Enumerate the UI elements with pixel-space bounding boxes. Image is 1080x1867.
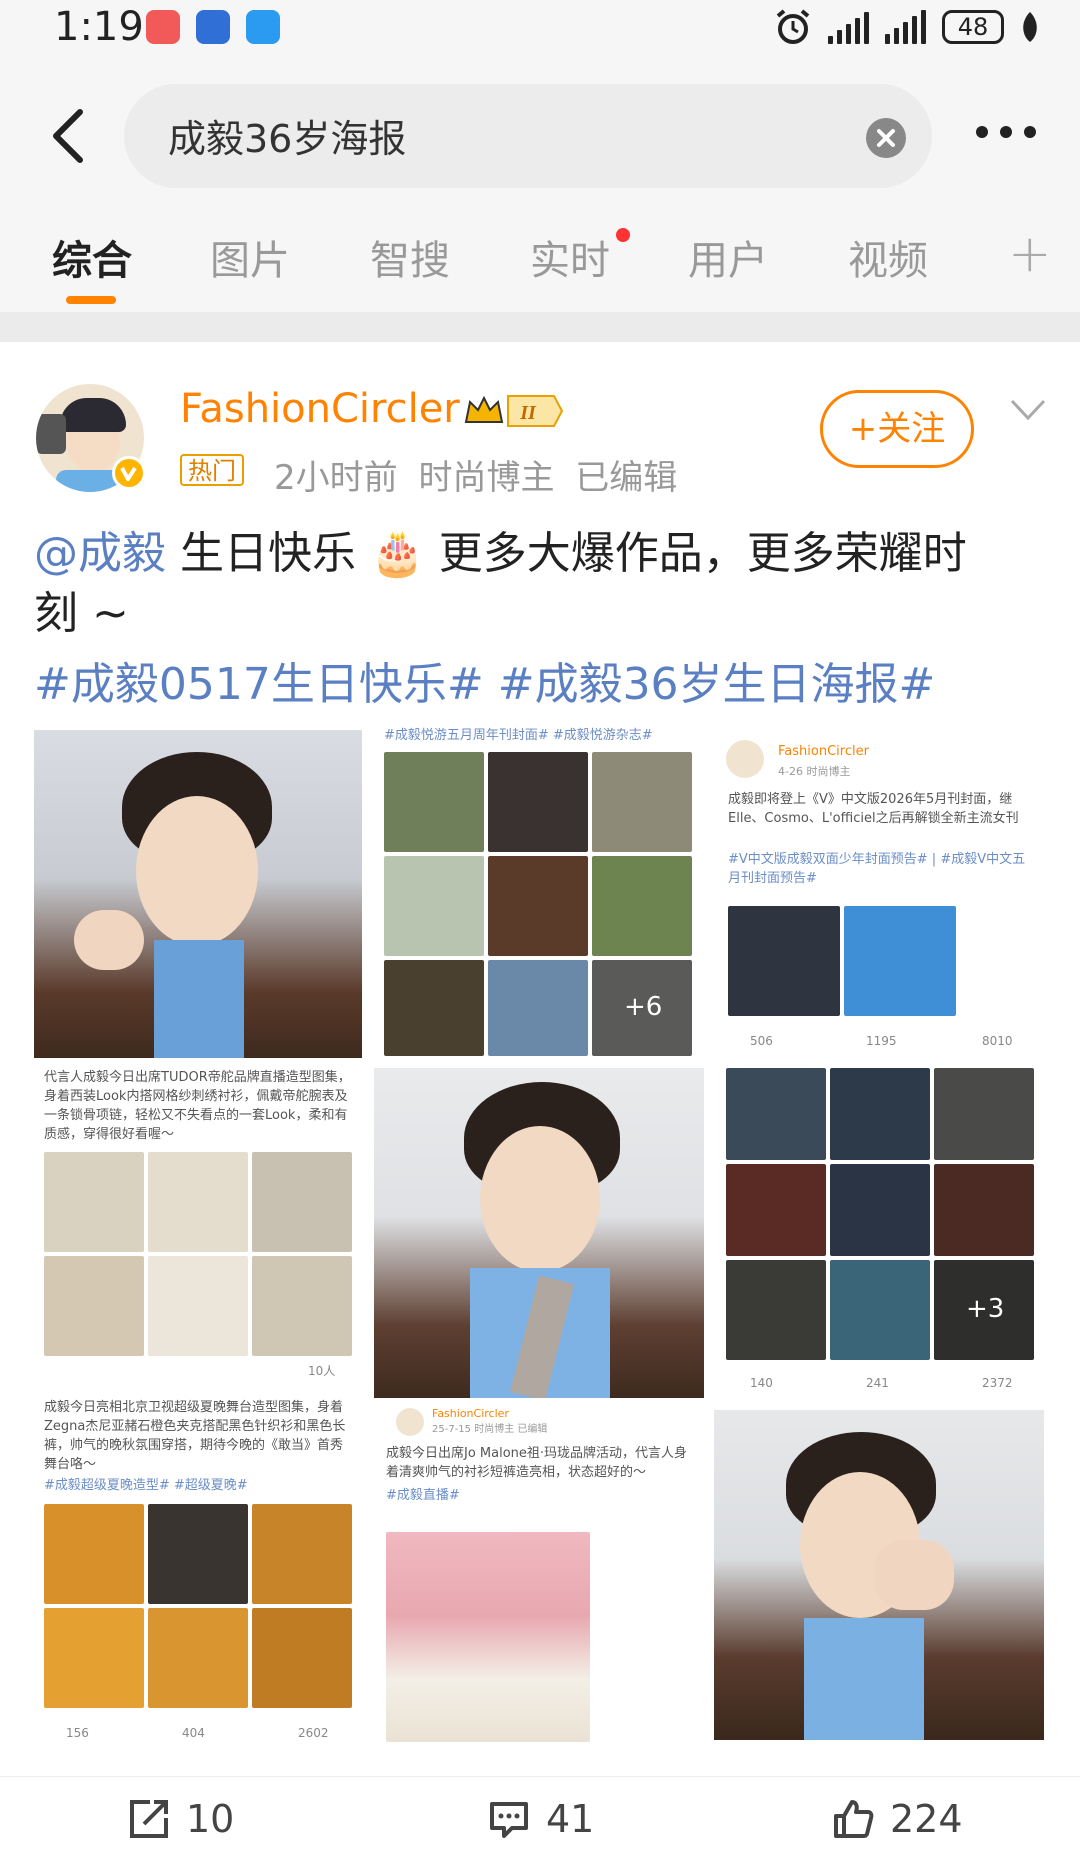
battery-icon: 48 [942,10,1004,44]
grid-image-1[interactable] [34,730,362,1058]
post-username[interactable]: FashionCircler [180,386,460,432]
tab-users[interactable]: 用户 [688,228,768,286]
repost-count: 10 [186,1797,235,1841]
level-badge: II [519,402,537,424]
status-time: 1:19 [54,4,144,50]
membership-crown-icon: II [464,395,564,427]
card-text: 成毅即将登上《V》中文版2026年5月刊封面，继Elle、Cosmo、L'off… [728,792,1019,826]
tab-bar: 综合 图片 智搜 实时 用户 视频 + [0,200,1080,312]
grid-image-5[interactable] [374,1068,704,1398]
signal-icon [885,10,926,44]
add-tab-icon[interactable]: + [1008,224,1052,284]
like-button[interactable]: 224 [832,1797,963,1841]
post-meta: 2小时前 时尚博主 已编辑 [274,458,678,498]
more-count: +6 [624,992,663,1022]
card-tags: #V中文版成毅双面少年封面预告# | #成毅V中文五月刊封面预告# [728,852,1026,886]
clear-icon[interactable] [866,118,906,158]
card-likes: 2602 [298,1726,329,1740]
alarm-icon [776,9,810,44]
follow-button[interactable]: +关注 [820,390,974,468]
message-notification-icon [246,10,280,44]
post-text-line2: 刻 ~ [34,588,129,639]
post-text: @成毅 生日快乐 🎂 更多大爆作品，更多荣耀时 刻 ~ [34,524,1054,644]
card-text: 成毅今日亮相北京卫视超级夏晚舞台造型图集，身着Zegna杰尼亚赭石橙色夹克搭配黑… [44,1400,346,1472]
hashtag-links[interactable]: #成毅0517生日快乐# #成毅36岁生日海报# [34,648,935,712]
card-footer: 10人 [308,1364,336,1378]
grid-image-3[interactable]: FashionCircler 4-26 时尚博主 成毅即将登上《V》中文版202… [718,730,1046,1058]
card-date: 25-7-15 时尚博主 已编辑 [432,1424,548,1435]
repost-button[interactable]: 10 [128,1797,234,1841]
thumbs-up-icon [834,1800,874,1838]
search-query: 成毅36岁海报 [168,117,407,161]
grid-image-2[interactable]: #成毅悦游五月周年刊封面# #成毅悦游杂志# +6 [376,722,704,1058]
repost-icon [130,1800,168,1838]
card-comments: 404 [182,1726,205,1740]
app-notification-icon [196,10,230,44]
card-likes: 2372 [982,1376,1013,1390]
section-divider [0,312,1080,342]
grid-image-8[interactable]: FashionCircler 25-7-15 时尚博主 已编辑 成毅今日出席Jo… [376,1404,704,1746]
verified-badge-icon [112,456,146,490]
comment-button[interactable]: 41 [488,1797,594,1841]
leaf-icon [1023,12,1037,42]
hot-badge: 热门 [180,454,244,486]
post-text-line1: 生日快乐 🎂 更多大爆作品，更多荣耀时 [166,528,967,579]
like-count: 224 [890,1797,963,1841]
more-count: +3 [966,1294,1005,1324]
tab-videos[interactable]: 视频 [848,228,928,286]
post-action-bar: 10 41 224 [0,1776,1080,1867]
grid-image-9[interactable] [714,1410,1044,1740]
more-icon[interactable] [976,126,1036,138]
signal-icon [828,10,869,44]
card-tags: #成毅超级夏晚造型# #超级夏晚# [44,1478,248,1493]
comment-count: 41 [546,1797,595,1841]
card-comments: 1195 [866,1034,897,1048]
grid-image-4[interactable]: 代言人成毅今日出席TUDOR帝舵品牌直播造型图集，身着西装Look内搭网格纱刺绣… [34,1064,362,1384]
tab-comprehensive[interactable]: 综合 [52,228,132,286]
card-likes: 8010 [982,1034,1013,1048]
tab-active-indicator [66,296,116,304]
card-tags: #成毅直播# [386,1488,460,1503]
card-reposts: 506 [750,1034,773,1048]
comment-icon [490,1802,528,1838]
card-username: FashionCircler [778,744,869,759]
collage-tags: #成毅悦游五月周年刊封面# #成毅悦游杂志# [384,728,653,743]
card-text: 代言人成毅今日出席TUDOR帝舵品牌直播造型图集，身着西装Look内搭网格纱刺绣… [44,1070,351,1142]
tab-realtime[interactable]: 实时 [530,228,610,286]
search-header: 成毅36岁海报 [0,72,1080,200]
new-dot [616,228,630,242]
grid-image-7[interactable]: 成毅今日亮相北京卫视超级夏晚舞台造型图集，身着Zegna杰尼亚赭石橙色夹克搭配黑… [34,1396,362,1746]
card-text: 成毅今日出席Jo Malone祖·玛珑品牌活动，代言人身着清爽帅气的衬衫短裤造亮… [386,1446,688,1480]
tab-smart-search[interactable]: 智搜 [370,228,450,286]
card-comments: 241 [866,1376,889,1390]
mention-link[interactable]: @成毅 [34,528,166,579]
back-icon[interactable] [44,106,92,166]
search-input[interactable]: 成毅36岁海报 [124,84,932,188]
grid-image-6[interactable]: +3 140 241 2372 [718,1064,1046,1398]
card-date: 4-26 时尚博主 [778,765,851,778]
card-reposts: 156 [66,1726,89,1740]
card-reposts: 140 [750,1376,773,1390]
tab-images[interactable]: 图片 [210,228,290,286]
app-notification-icon [146,10,180,44]
chevron-down-icon[interactable] [1010,398,1046,422]
status-bar: 1:19 48 [0,0,1080,72]
